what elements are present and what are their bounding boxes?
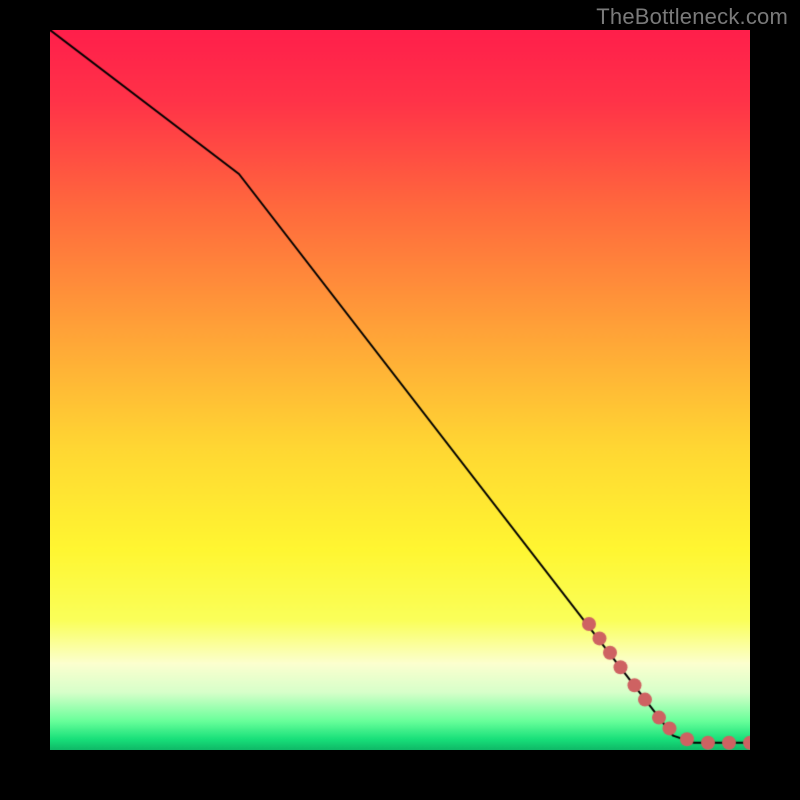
- attribution-text: TheBottleneck.com: [596, 4, 788, 30]
- plot-area: [50, 30, 750, 750]
- chart-container: TheBottleneck.com: [0, 0, 800, 800]
- data-points: [50, 30, 750, 750]
